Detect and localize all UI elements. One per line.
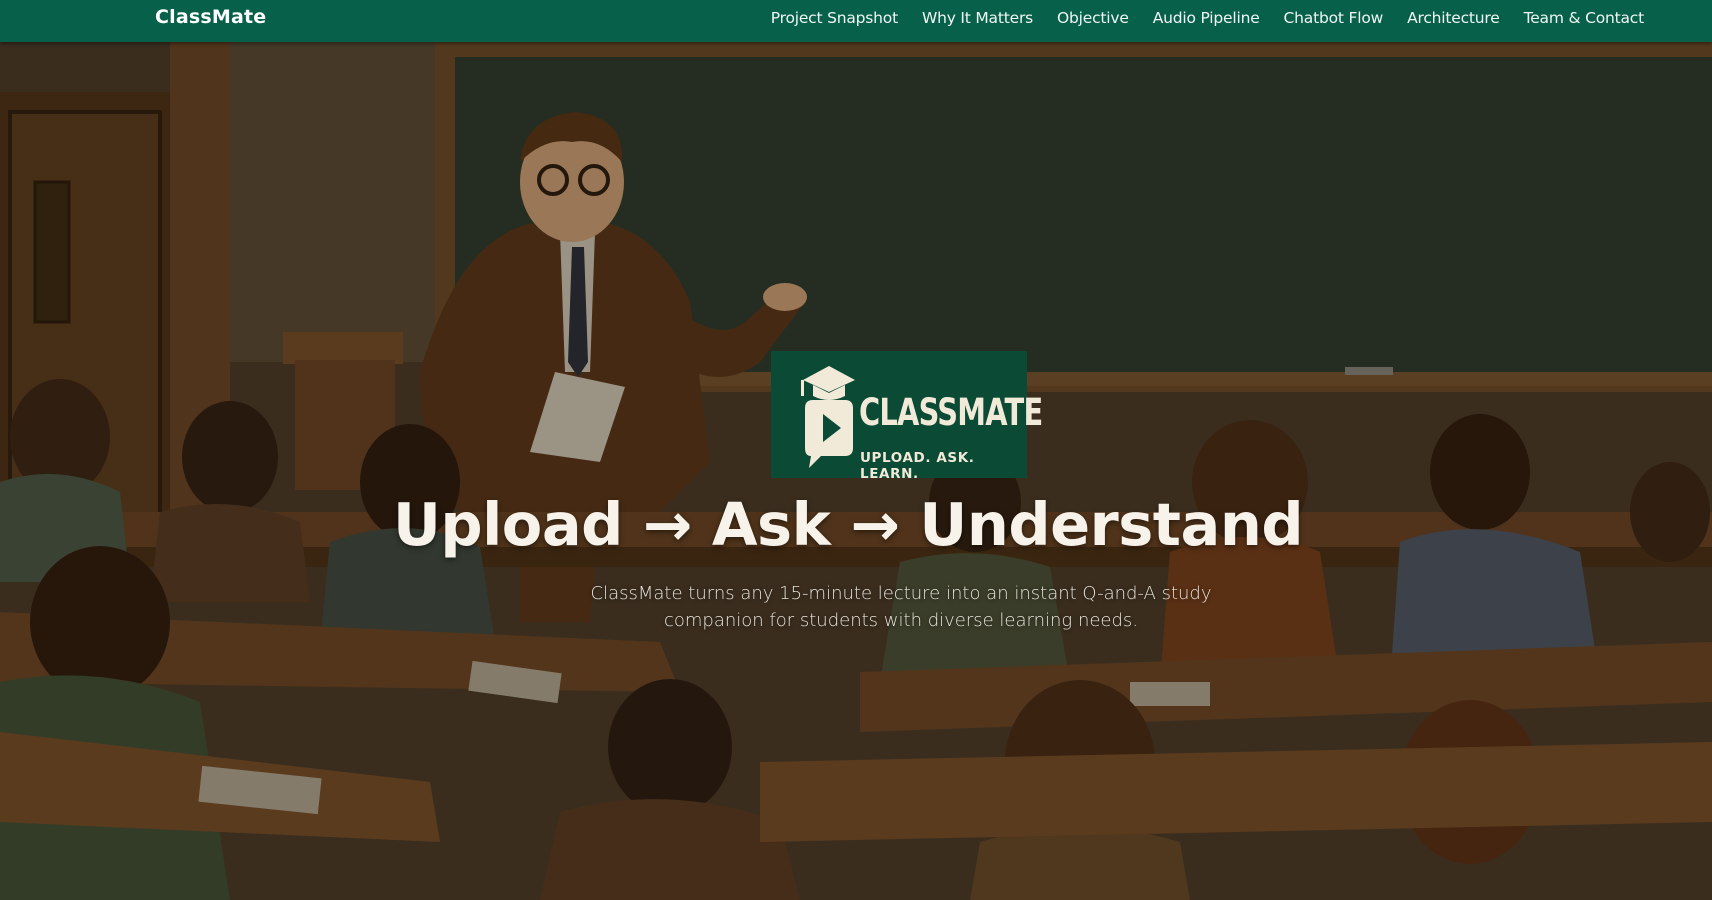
nav-link-chatbot-flow[interactable]: Chatbot Flow	[1284, 9, 1384, 27]
nav-item: Chatbot Flow	[1284, 8, 1384, 27]
hero-subtitle: ClassMate turns any 15-minute lecture in…	[590, 583, 1212, 631]
classmate-logo: CLASSMATE UPLOAD. ASK. LEARN.	[771, 351, 1043, 482]
nav-item: Team & Contact	[1524, 8, 1645, 27]
hero-content: CLASSMATE UPLOAD. ASK. LEARN. Upload → A…	[0, 42, 1712, 900]
nav-item: Objective	[1057, 8, 1129, 27]
nav-link-objective[interactable]: Objective	[1057, 9, 1129, 27]
nav-item: Why It Matters	[922, 8, 1033, 27]
logo-wordmark: CLASSMATE	[859, 391, 1043, 434]
nav-link-why-it-matters[interactable]: Why It Matters	[922, 9, 1033, 27]
nav-links: Project Snapshot Why It Matters Objectiv…	[747, 0, 1644, 35]
logo-tagline: UPLOAD. ASK. LEARN.	[860, 450, 975, 482]
nav-link-team-contact[interactable]: Team & Contact	[1524, 9, 1645, 27]
nav-link-audio-pipeline[interactable]: Audio Pipeline	[1153, 9, 1260, 27]
nav-link-project-snapshot[interactable]: Project Snapshot	[771, 9, 898, 27]
nav-item: Project Snapshot	[771, 8, 898, 27]
top-navbar: ClassMate Project Snapshot Why It Matter…	[0, 0, 1712, 42]
hero-section: CLASSMATE UPLOAD. ASK. LEARN. Upload → A…	[0, 42, 1712, 900]
nav-item: Audio Pipeline	[1153, 8, 1260, 27]
nav-item: Architecture	[1407, 8, 1500, 27]
nav-link-architecture[interactable]: Architecture	[1407, 9, 1500, 27]
brand-link[interactable]: ClassMate	[155, 6, 266, 28]
hero-title: Upload → Ask → Understand	[392, 490, 1304, 559]
